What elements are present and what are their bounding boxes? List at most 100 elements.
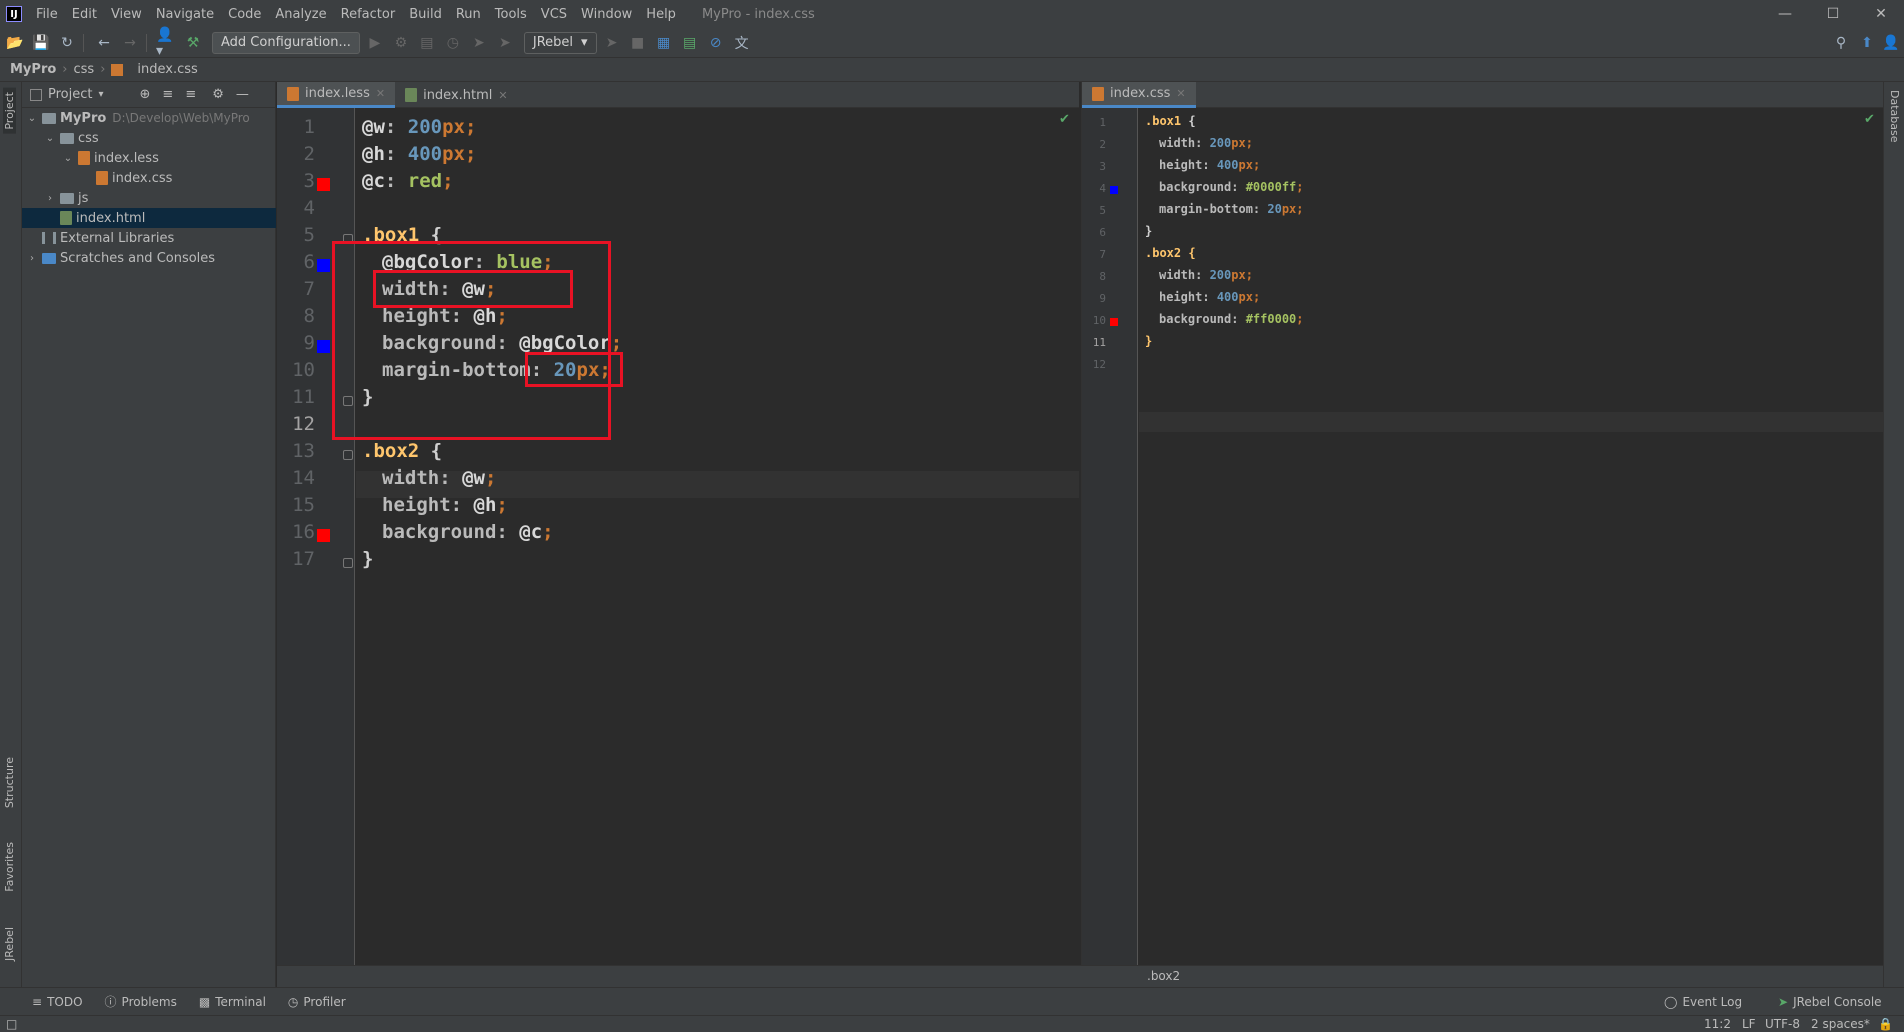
translate-icon[interactable]: 文	[731, 32, 753, 54]
menu-build[interactable]: Build	[409, 7, 442, 22]
coverage-icon[interactable]: ▤	[416, 32, 438, 54]
locate-icon[interactable]: ⊕	[140, 87, 151, 102]
jrebel-deploy-icon[interactable]: ➤	[601, 32, 623, 54]
css-editor-tabs: index.css ✕	[1082, 82, 1884, 108]
gear-icon[interactable]: ⚙	[212, 87, 224, 102]
menu-analyze[interactable]: Analyze	[275, 7, 326, 22]
color-swatch-red[interactable]	[317, 529, 330, 542]
indent-setting[interactable]: 2 spaces*	[1811, 1017, 1870, 1031]
open-folder-icon[interactable]: 📂	[4, 32, 26, 54]
save-all-icon[interactable]: 💾	[30, 32, 52, 54]
close-icon[interactable]: ✕	[376, 87, 385, 100]
less-editor[interactable]: index.less ✕ index.html ✕ 1 2 3 4 5 6 7 …	[277, 82, 1079, 965]
lock-icon[interactable]: 🔒	[1878, 1017, 1893, 1031]
menu-run[interactable]: Run	[456, 7, 481, 22]
token-var-ref: @h	[473, 494, 497, 516]
breadcrumb-project[interactable]: MyPro	[10, 62, 56, 77]
color-swatch-red[interactable]	[1110, 318, 1118, 326]
add-configuration-button[interactable]: Add Configuration...	[212, 31, 360, 54]
menu-file[interactable]: File	[36, 7, 58, 22]
tab-project[interactable]: Project	[3, 88, 16, 134]
color-swatch-blue[interactable]	[317, 340, 330, 353]
tab-structure[interactable]: Structure	[3, 757, 16, 808]
debug-icon[interactable]: ⚙	[390, 32, 412, 54]
css-editor[interactable]: index.css ✕ 1 2 3 4 5 6 7 8 9 10 11 12 .…	[1081, 82, 1884, 965]
forward-icon[interactable]: →	[119, 32, 141, 54]
chart-icon[interactable]: ▤	[679, 32, 701, 54]
fold-marker-icon[interactable]	[343, 450, 353, 460]
todo-label: TODO	[47, 994, 83, 1009]
chevron-down-icon: ⌄	[45, 132, 55, 144]
token-semicolon: ;	[542, 521, 554, 543]
tab-index-less[interactable]: index.less ✕	[277, 82, 396, 108]
tree-item-scratches[interactable]: › Scratches and Consoles	[22, 248, 276, 268]
back-icon[interactable]: ←	[93, 32, 115, 54]
sync-icon[interactable]: ↻	[56, 32, 78, 54]
run-icon[interactable]: ▶	[364, 32, 386, 54]
close-icon[interactable]: ✕	[1176, 87, 1185, 100]
jrebel-console-tab[interactable]: ➤ JRebel Console	[1778, 995, 1882, 1009]
jrebel-debug-icon[interactable]: ➤	[494, 32, 516, 54]
menu-navigate[interactable]: Navigate	[156, 7, 214, 22]
user-icon[interactable]: 👤▾	[156, 27, 178, 59]
breadcrumb-folder[interactable]: css	[73, 62, 94, 77]
tab-favorites[interactable]: Favorites	[3, 842, 16, 892]
event-log-tab[interactable]: ◯ Event Log	[1664, 995, 1742, 1009]
stop-icon[interactable]: ■	[627, 32, 649, 54]
chevron-down-icon[interactable]: ▾	[98, 89, 103, 100]
file-encoding[interactable]: UTF-8	[1765, 1017, 1800, 1031]
profiler-tab[interactable]: ◷ Profiler	[288, 995, 346, 1009]
profile-icon[interactable]: ◷	[442, 32, 464, 54]
search-icon[interactable]: ⚲	[1830, 32, 1852, 54]
terminal-tab[interactable]: ▩ Terminal	[199, 995, 266, 1009]
layout-toggle-icon[interactable]: □	[6, 1017, 17, 1031]
jrebel-run-icon[interactable]: ➤	[468, 32, 490, 54]
tree-item-external-libraries[interactable]: External Libraries	[22, 228, 276, 248]
project-structure-icon[interactable]: ▦	[653, 32, 675, 54]
build-hammer-icon[interactable]: ⚒	[182, 32, 204, 54]
update-icon[interactable]: ⬆	[1856, 32, 1878, 54]
menu-view[interactable]: View	[111, 7, 142, 22]
tree-item-css[interactable]: ⌄ css	[22, 128, 276, 148]
fold-marker-icon[interactable]	[343, 558, 353, 568]
menu-code[interactable]: Code	[228, 7, 261, 22]
jrebel-dropdown[interactable]: JRebel ▾	[523, 31, 597, 54]
tab-jrebel[interactable]: JRebel	[3, 927, 16, 961]
assistant-icon[interactable]: 👤	[1880, 32, 1902, 54]
close-icon[interactable]: ✕	[498, 89, 507, 102]
line-separator[interactable]: LF	[1742, 1017, 1756, 1031]
breadcrumb-file[interactable]: index.css	[111, 62, 198, 77]
tree-item-index-css[interactable]: index.css	[22, 168, 276, 188]
hide-icon[interactable]: —	[236, 87, 249, 102]
close-window-icon[interactable]: ✕	[1858, 0, 1904, 28]
tree-item-index-html[interactable]: index.html	[22, 208, 276, 228]
menu-window[interactable]: Window	[581, 7, 632, 22]
tab-index-css[interactable]: index.css ✕	[1082, 82, 1196, 108]
tree-item-mypro[interactable]: ⌄ MyPro D:\Develop\Web\MyPro	[22, 108, 276, 128]
caret-position[interactable]: 11:2	[1704, 1017, 1731, 1031]
maximize-icon[interactable]: ☐	[1810, 0, 1856, 28]
menu-edit[interactable]: Edit	[72, 7, 97, 22]
menu-vcs[interactable]: VCS	[541, 7, 567, 22]
project-view-dropdown[interactable]: Project	[48, 87, 92, 102]
todo-tab[interactable]: ≡ TODO	[32, 995, 83, 1009]
token-property: margin-bottom	[1159, 202, 1253, 216]
tree-item-index-less[interactable]: ⌄ index.less	[22, 148, 276, 168]
tab-database[interactable]: Database	[1888, 90, 1901, 143]
menu-help[interactable]: Help	[646, 7, 676, 22]
color-swatch-blue[interactable]	[1110, 186, 1118, 194]
minimize-icon[interactable]: —	[1762, 0, 1808, 28]
tab-index-html[interactable]: index.html ✕	[395, 82, 518, 108]
tree-item-js[interactable]: › js	[22, 188, 276, 208]
expand-all-icon[interactable]: ≡	[162, 87, 173, 102]
menu-tools[interactable]: Tools	[495, 7, 527, 22]
menu-refactor[interactable]: Refactor	[341, 7, 396, 22]
color-swatch-red[interactable]	[317, 178, 330, 191]
color-swatch-blue[interactable]	[317, 259, 330, 272]
token-hex: #0000ff	[1245, 180, 1297, 194]
token-semicolon: ;	[1245, 268, 1253, 282]
collapse-all-icon[interactable]: ≡	[185, 87, 196, 102]
no-entry-icon[interactable]: ⊘	[705, 32, 727, 54]
problems-tab[interactable]: ⓘ Problems	[105, 993, 177, 1010]
selector-crumb[interactable]: .box2	[1147, 969, 1180, 983]
